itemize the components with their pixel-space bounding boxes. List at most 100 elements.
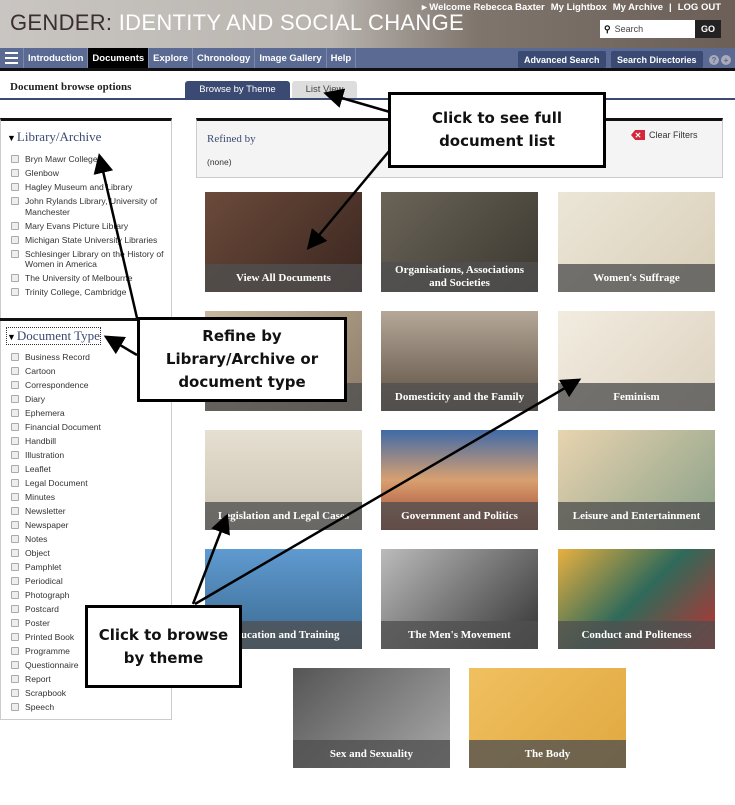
theme-tile[interactable]: The Men's Movement bbox=[381, 549, 538, 649]
checkbox[interactable] bbox=[11, 183, 19, 191]
advanced-search-button[interactable]: Advanced Search bbox=[518, 51, 606, 68]
checkbox[interactable] bbox=[11, 249, 19, 258]
theme-tile[interactable]: Leisure and Entertainment bbox=[558, 430, 715, 530]
theme-tile[interactable]: Women's Suffrage bbox=[558, 192, 715, 292]
facet-item[interactable]: Schlesinger Library on the History of Wo… bbox=[11, 249, 171, 270]
theme-tile[interactable]: Conduct and Politeness bbox=[558, 549, 715, 649]
facet-item[interactable]: Leaflet bbox=[11, 464, 171, 475]
checkbox[interactable] bbox=[11, 197, 19, 205]
clear-filters-button[interactable]: ✕ Clear Filters bbox=[631, 130, 698, 140]
facet-item[interactable]: Financial Document bbox=[11, 422, 171, 433]
checkbox[interactable] bbox=[11, 619, 19, 627]
theme-tile[interactable]: Legislation and Legal Cases bbox=[205, 430, 362, 530]
checkbox[interactable] bbox=[11, 605, 19, 613]
facet-item[interactable]: Newspaper bbox=[11, 520, 171, 531]
theme-tile[interactable]: View All Documents bbox=[205, 192, 362, 292]
site-title[interactable]: GENDER: IDENTITY AND SOCIAL CHANGE bbox=[10, 10, 464, 36]
nav-help[interactable]: Help bbox=[327, 48, 357, 68]
facet-item[interactable]: Illustration bbox=[11, 450, 171, 461]
facet-item[interactable]: Notes bbox=[11, 534, 171, 545]
nav-chronology[interactable]: Chronology bbox=[193, 48, 256, 68]
facet-item[interactable]: Minutes bbox=[11, 492, 171, 503]
theme-tile[interactable]: The Body bbox=[469, 668, 626, 768]
go-button[interactable]: GO bbox=[695, 20, 721, 38]
facet-item[interactable]: John Rylands Library, University of Manc… bbox=[11, 196, 171, 217]
facet-item[interactable]: Object bbox=[11, 548, 171, 559]
checkbox[interactable] bbox=[11, 591, 19, 599]
facet-item[interactable]: Newsletter bbox=[11, 506, 171, 517]
checkbox[interactable] bbox=[11, 703, 19, 711]
checkbox[interactable] bbox=[11, 675, 19, 683]
checkbox[interactable] bbox=[11, 423, 19, 431]
checkbox[interactable] bbox=[11, 479, 19, 487]
checkbox[interactable] bbox=[11, 451, 19, 459]
checkbox[interactable] bbox=[11, 437, 19, 445]
nav-image-gallery[interactable]: Image Gallery bbox=[255, 48, 327, 68]
search-directories-button[interactable]: Search Directories bbox=[611, 51, 703, 68]
checkbox[interactable] bbox=[11, 507, 19, 515]
theme-tile[interactable]: Organisations, Associations and Societie… bbox=[381, 192, 538, 292]
facet-item[interactable]: Hagley Museum and Library bbox=[11, 182, 171, 193]
nav-introduction[interactable]: Introduction bbox=[24, 48, 89, 68]
checkbox[interactable] bbox=[11, 535, 19, 543]
theme-tile[interactable]: Sex and Sexuality bbox=[293, 668, 450, 768]
facet-item[interactable]: Glenbow bbox=[11, 168, 171, 179]
menu-icon[interactable] bbox=[0, 48, 24, 68]
facet-item[interactable]: Michigan State University Libraries bbox=[11, 235, 171, 246]
facet-item[interactable]: Pamphlet bbox=[11, 562, 171, 573]
checkbox[interactable] bbox=[11, 381, 19, 389]
theme-tile[interactable]: Government and Politics bbox=[381, 430, 538, 530]
facet-item[interactable]: Bryn Mawr College bbox=[11, 154, 171, 165]
facet-item-label: Financial Document bbox=[25, 422, 101, 432]
tab-browse-by-theme[interactable]: Browse by Theme bbox=[185, 81, 290, 98]
checkbox[interactable] bbox=[11, 221, 19, 230]
checkbox[interactable] bbox=[11, 549, 19, 557]
nav-explore[interactable]: Explore bbox=[149, 48, 193, 68]
help-icon[interactable]: ? bbox=[709, 55, 719, 65]
search-input[interactable]: ⚲ Search bbox=[600, 20, 695, 38]
theme-tile[interactable]: Feminism bbox=[558, 311, 715, 411]
checkbox[interactable] bbox=[11, 235, 19, 244]
checkbox[interactable] bbox=[11, 155, 19, 163]
checkbox[interactable] bbox=[11, 353, 19, 361]
doctype-facet-heading[interactable]: ▼Document Type bbox=[6, 327, 101, 345]
checkbox[interactable] bbox=[11, 288, 19, 296]
facet-item[interactable]: Legal Document bbox=[11, 478, 171, 489]
tab-list-view[interactable]: List View bbox=[292, 81, 357, 98]
checkbox[interactable] bbox=[11, 493, 19, 501]
archive-link[interactable]: My Archive bbox=[613, 2, 663, 13]
library-facet-heading[interactable]: ▼Library/Archive bbox=[7, 129, 101, 145]
collapse-triangle-icon: ▼ bbox=[7, 133, 16, 143]
lightbox-link[interactable]: My Lightbox bbox=[551, 2, 607, 13]
checkbox[interactable] bbox=[11, 633, 19, 641]
facet-item[interactable]: Scrapbook bbox=[11, 688, 171, 699]
facet-item[interactable]: Periodical bbox=[11, 576, 171, 587]
checkbox[interactable] bbox=[11, 661, 19, 669]
welcome-link[interactable]: ▸ Welcome Rebecca Baxter bbox=[422, 2, 545, 13]
checkbox[interactable] bbox=[11, 563, 19, 571]
facet-item[interactable]: Photograph bbox=[11, 590, 171, 601]
checkbox[interactable] bbox=[11, 521, 19, 529]
facet-item[interactable]: Mary Evans Picture Library bbox=[11, 221, 171, 232]
checkbox[interactable] bbox=[11, 169, 19, 177]
facet-item-label: Newsletter bbox=[25, 506, 66, 516]
facet-item-label: Diary bbox=[25, 394, 46, 404]
checkbox[interactable] bbox=[11, 395, 19, 403]
facet-item[interactable]: The University of Melbourne bbox=[11, 273, 171, 284]
facet-item[interactable]: Ephemera bbox=[11, 408, 171, 419]
add-icon[interactable]: + bbox=[721, 55, 731, 65]
theme-tile[interactable]: Domesticity and the Family bbox=[381, 311, 538, 411]
facet-item[interactable]: Speech bbox=[11, 702, 171, 713]
nav-documents[interactable]: Documents bbox=[88, 48, 150, 68]
facet-item[interactable]: Trinity College, Cambridge bbox=[11, 287, 171, 298]
checkbox[interactable] bbox=[11, 409, 19, 417]
refined-by-heading: Refined by bbox=[207, 133, 256, 145]
checkbox[interactable] bbox=[11, 577, 19, 585]
checkbox[interactable] bbox=[11, 647, 19, 655]
facet-item[interactable]: Handbill bbox=[11, 436, 171, 447]
checkbox[interactable] bbox=[11, 274, 19, 282]
logout-link[interactable]: LOG OUT bbox=[678, 2, 721, 13]
checkbox[interactable] bbox=[11, 367, 19, 375]
checkbox[interactable] bbox=[11, 465, 19, 473]
checkbox[interactable] bbox=[11, 689, 19, 697]
